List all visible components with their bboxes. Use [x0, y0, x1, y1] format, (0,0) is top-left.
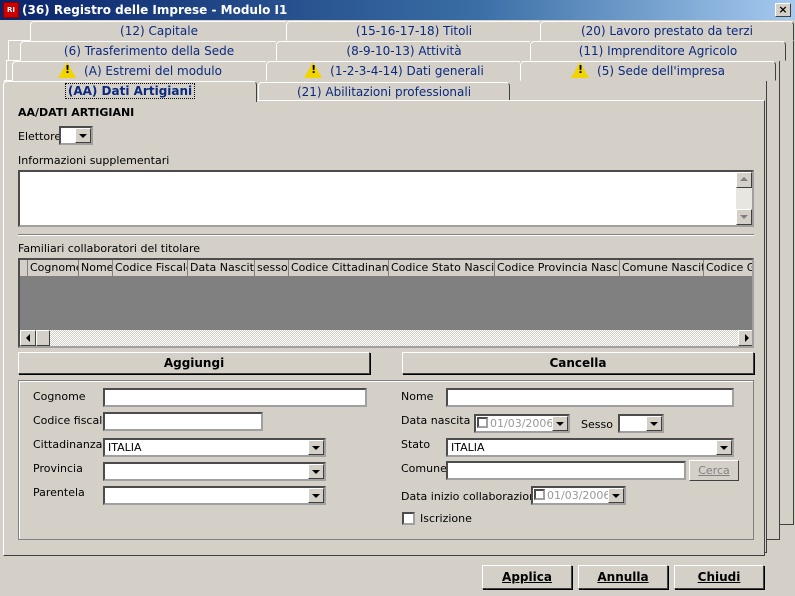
warning-icon	[58, 62, 77, 78]
tab-estremi-modulo[interactable]: (A) Estremi del modulo	[12, 61, 268, 81]
textarea-scrollbar[interactable]	[736, 172, 752, 225]
scroll-down-icon[interactable]	[736, 209, 752, 225]
cittadinanza-label: Cittadinanza	[33, 438, 103, 451]
comune-input[interactable]	[446, 461, 686, 480]
scroll-left-icon[interactable]	[20, 330, 36, 346]
data-inizio-checkbox[interactable]	[534, 489, 545, 500]
tab-trasferimento-sede[interactable]: (6) Trasferimento della Sede	[20, 41, 278, 61]
data-nascita-checkbox[interactable]	[477, 417, 488, 428]
scroll-thumb[interactable]	[36, 330, 50, 346]
divider	[18, 234, 754, 236]
scroll-right-icon[interactable]	[738, 330, 752, 346]
grid-col-data-nascita[interactable]: Data Nascita	[188, 260, 255, 276]
tab-dati-generali-label: (1-2-3-4-14) Dati generali	[330, 64, 484, 78]
annulla-button[interactable]: Annulla	[578, 565, 668, 589]
nome-input[interactable]	[446, 388, 734, 407]
provincia-select[interactable]	[103, 462, 326, 481]
parentela-label: Parentela	[33, 486, 85, 499]
aggiungi-button[interactable]: Aggiungi	[18, 352, 370, 374]
grid-header: Cognome Nome Codice Fiscale Data Nascita…	[20, 260, 752, 276]
window-title: (36) Registro delle Imprese - Modulo I1	[22, 3, 288, 17]
tab-estremi-modulo-label: (A) Estremi del modulo	[84, 64, 222, 78]
elettore-select[interactable]	[59, 126, 93, 145]
parentela-select[interactable]	[103, 486, 326, 505]
codice-fiscale-input[interactable]	[103, 412, 263, 431]
chevron-down-icon[interactable]	[716, 440, 732, 455]
chevron-down-icon[interactable]	[308, 488, 324, 503]
chevron-down-icon[interactable]	[608, 488, 624, 503]
tab-capitale[interactable]: (12) Capitale	[30, 21, 288, 41]
tab-imprenditore-agricolo[interactable]: (11) Imprenditore Agricolo	[530, 41, 786, 61]
provincia-label: Provincia	[33, 462, 83, 475]
app-icon: RI	[3, 2, 19, 18]
section-title: AA/DATI ARTIGIANI	[18, 106, 135, 119]
tab-dati-generali[interactable]: (1-2-3-4-14) Dati generali	[266, 61, 522, 81]
close-button[interactable]: ×	[775, 3, 791, 17]
warning-icon	[571, 62, 590, 78]
info-textarea[interactable]	[18, 170, 754, 227]
tab-sede-impresa[interactable]: (5) Sede dell'impresa	[520, 61, 776, 81]
data-inizio-value: 01/03/2006	[547, 489, 611, 502]
grid-col-codice-stato-nascita[interactable]: Codice Stato Nascita	[389, 260, 495, 276]
scroll-up-icon[interactable]	[736, 172, 752, 188]
grid-col-comune-nascita[interactable]: Comune Nascita	[620, 260, 704, 276]
cancella-button[interactable]: Cancella	[402, 352, 754, 374]
chevron-down-icon[interactable]	[646, 416, 662, 431]
grid-col-nome[interactable]: Nome	[79, 260, 113, 276]
elettore-label: Elettore	[18, 130, 62, 143]
data-nascita-label: Data nascita	[401, 414, 471, 427]
tab-attivita[interactable]: (8-9-10-13) Attività	[276, 41, 532, 61]
familiari-label: Familiari collaboratori del titolare	[18, 242, 201, 255]
tab-dati-artigiani-label: (AA) Dati Artigiani	[64, 83, 196, 99]
tab-titoli[interactable]: (15-16-17-18) Titoli	[286, 21, 542, 41]
tab-lavoro-terzi[interactable]: (20) Lavoro prestato da terzi	[540, 21, 794, 41]
grid-col-codice-gr[interactable]: Codice Gr	[704, 260, 752, 276]
stato-value: ITALIA	[451, 441, 485, 454]
chevron-down-icon[interactable]	[308, 440, 324, 455]
info-label: Informazioni supplementari	[18, 154, 170, 167]
grid-hscrollbar[interactable]	[20, 330, 752, 346]
comune-label: Comune	[401, 462, 447, 475]
iscrizione-checkbox[interactable]	[402, 512, 415, 525]
familiari-grid[interactable]: Cognome Nome Codice Fiscale Data Nascita…	[18, 258, 754, 348]
codice-fiscale-label: Codice fiscale	[33, 414, 110, 427]
data-inizio-label: Data inizio collaborazione	[401, 490, 543, 503]
chiudi-button[interactable]: Chiudi	[674, 565, 764, 589]
sesso-select[interactable]	[618, 414, 664, 433]
warning-icon	[304, 62, 323, 78]
tab-sede-impresa-label: (5) Sede dell'impresa	[597, 64, 725, 78]
grid-row-indicator	[20, 260, 28, 276]
cerca-button[interactable]: Cerca	[689, 460, 739, 481]
cittadinanza-select[interactable]: ITALIA	[103, 438, 326, 457]
tab-abilitazioni[interactable]: (21) Abilitazioni professionali	[258, 82, 510, 102]
grid-col-sesso[interactable]: sesso	[255, 260, 289, 276]
grid-col-cognome[interactable]: Cognome	[28, 260, 79, 276]
cittadinanza-value: ITALIA	[108, 441, 142, 454]
chevron-down-icon[interactable]	[75, 128, 91, 143]
data-inizio-picker[interactable]: 01/03/2006	[531, 486, 626, 505]
chevron-down-icon[interactable]	[552, 416, 568, 431]
sesso-label: Sesso	[581, 418, 613, 431]
stato-label: Stato	[401, 438, 431, 451]
cognome-input[interactable]	[103, 388, 367, 407]
title-bar: RI (36) Registro delle Imprese - Modulo …	[0, 0, 795, 20]
grid-col-codice-fiscale[interactable]: Codice Fiscale	[113, 260, 188, 276]
tab-dati-artigiani[interactable]: (AA) Dati Artigiani	[3, 81, 257, 102]
grid-col-codice-provincia-nascita[interactable]: Codice Provincia Nascita	[495, 260, 620, 276]
iscrizione-label: Iscrizione	[420, 512, 472, 525]
cognome-label: Cognome	[33, 390, 86, 403]
nome-label: Nome	[401, 390, 434, 403]
chevron-down-icon[interactable]	[308, 464, 324, 479]
grid-col-codice-cittadinanza[interactable]: Codice Cittadinanza	[289, 260, 389, 276]
applica-button[interactable]: Applica	[482, 565, 572, 589]
data-nascita-picker[interactable]: 01/03/2006	[474, 414, 570, 433]
data-nascita-value: 01/03/2006	[490, 417, 554, 430]
stato-select[interactable]: ITALIA	[446, 438, 734, 457]
